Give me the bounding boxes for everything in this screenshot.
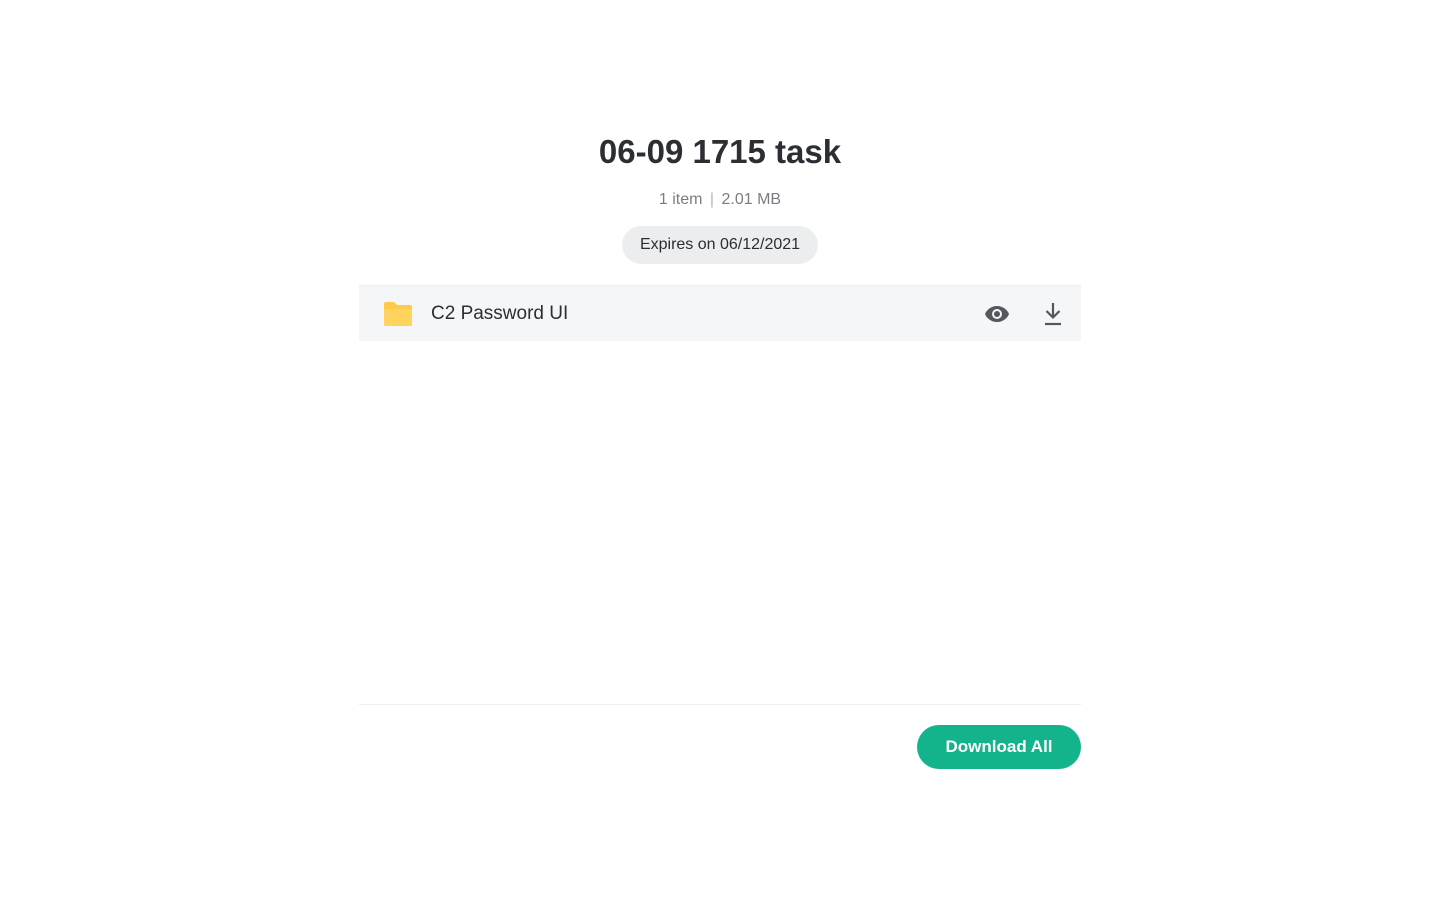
download-icon — [1045, 303, 1061, 326]
expiry-badge: Expires on 06/12/2021 — [621, 226, 819, 264]
page-title: 06-09 1715 task — [598, 133, 842, 170]
item-count: 1 item — [658, 191, 703, 208]
download-button[interactable] — [1039, 300, 1067, 328]
footer-divider — [359, 704, 1081, 705]
expiry-badge-wrap: Expires on 06/12/2021 — [359, 226, 1081, 264]
preview-button[interactable] — [983, 300, 1011, 328]
share-summary: 1 item | 2.01 MB — [359, 189, 1081, 211]
download-all-button[interactable]: Download All — [917, 725, 1081, 769]
summary-separator: | — [709, 191, 715, 208]
folder-icon — [383, 301, 413, 327]
share-container: 06-09 1715 task 1 item | 2.01 MB Expires… — [359, 0, 1081, 900]
file-row[interactable]: C2 Password UI — [359, 285, 1081, 341]
total-size: 2.01 MB — [721, 191, 782, 208]
file-name[interactable]: C2 Password UI — [431, 302, 568, 326]
share-download-page: 06-09 1715 task 1 item | 2.01 MB Expires… — [0, 0, 1440, 900]
eye-icon — [985, 306, 1009, 322]
